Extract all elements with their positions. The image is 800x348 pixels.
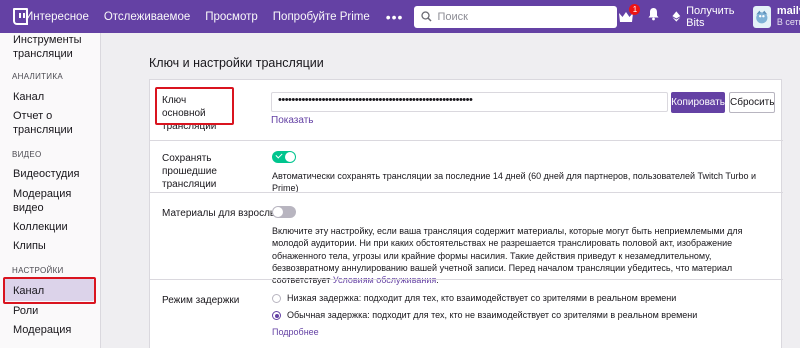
notification-badge: 1 bbox=[629, 3, 641, 15]
user-menu[interactable]: mailvlad В сети bbox=[777, 5, 800, 28]
nav-link-browse[interactable]: Просмотр bbox=[205, 11, 258, 23]
terms-suffix: . bbox=[436, 275, 439, 286]
sidebar-item-roles[interactable]: Роли bbox=[13, 304, 38, 318]
copy-button[interactable]: Копировать bbox=[671, 92, 725, 113]
get-bits-label: Получить Bits bbox=[686, 4, 735, 29]
settings-card: Ключ основной трансляции •••••••••••••••… bbox=[149, 79, 783, 348]
nav-link-try-prime[interactable]: Попробуйте Prime bbox=[273, 11, 370, 23]
sidebar-item-stream-report[interactable]: Отчет о трансляции bbox=[13, 109, 85, 137]
top-navigation-bar: Интересное Отслеживаемое Просмотр Попроб… bbox=[0, 0, 800, 33]
store-broadcasts-label: Сохранять прошедшие трансляции bbox=[162, 153, 217, 190]
sidebar-item-clips[interactable]: Клипы bbox=[13, 239, 46, 253]
latency-low-label[interactable]: Низкая задержка: подходит для тех, кто в… bbox=[287, 293, 676, 303]
search-input[interactable] bbox=[437, 10, 618, 23]
more-menu-icon[interactable]: ••• bbox=[386, 10, 404, 24]
divider bbox=[150, 192, 783, 193]
bits-gem-icon bbox=[672, 11, 681, 22]
nav-link-following[interactable]: Отслеживаемое bbox=[104, 11, 190, 23]
sidebar: Инструменты трансляции АНАЛИТИКА Канал О… bbox=[0, 33, 101, 348]
sidebar-item-video-studio[interactable]: Видеостудия bbox=[13, 167, 79, 181]
latency-normal-radio[interactable] bbox=[272, 311, 281, 320]
search-box[interactable] bbox=[414, 5, 618, 28]
sidebar-item-collections[interactable]: Коллекции bbox=[13, 220, 68, 234]
prime-crown-icon[interactable]: 1 bbox=[617, 3, 641, 25]
sidebar-heading-analytics: АНАЛИТИКА bbox=[12, 72, 63, 81]
divider bbox=[150, 140, 783, 141]
search-icon bbox=[421, 11, 432, 22]
mature-content-toggle[interactable] bbox=[272, 206, 296, 218]
learn-more-link[interactable]: Подробнее bbox=[272, 327, 319, 337]
highlight-box-stream-key bbox=[155, 87, 234, 125]
mature-content-label: Материалы для взрослых bbox=[162, 208, 283, 219]
page-title: Ключ и настройки трансляции bbox=[149, 56, 324, 70]
sidebar-heading-video: ВИДЕО bbox=[12, 150, 42, 159]
highlight-box-channel bbox=[3, 277, 96, 304]
bell-icon[interactable] bbox=[647, 7, 660, 26]
sidebar-item-analytics-channel[interactable]: Канал bbox=[13, 90, 44, 104]
mature-content-description: Включите эту настройку, если ваша трансл… bbox=[272, 225, 772, 286]
sidebar-item-moderation[interactable]: Модерация bbox=[13, 323, 71, 337]
sidebar-item-stream-tools[interactable]: Инструменты трансляции bbox=[13, 33, 93, 61]
user-status: В сети bbox=[776, 17, 800, 27]
stream-key-field[interactable]: ••••••••••••••••••••••••••••••••••••••••… bbox=[271, 92, 668, 112]
nav-link-discover[interactable]: Интересное bbox=[25, 11, 89, 23]
sidebar-heading-settings: НАСТРОЙКИ bbox=[12, 266, 64, 275]
sidebar-item-video-moderation[interactable]: Модерация видео bbox=[13, 187, 83, 215]
store-broadcasts-toggle[interactable] bbox=[272, 151, 296, 163]
reset-button[interactable]: Сбросить bbox=[729, 92, 775, 113]
latency-normal-label[interactable]: Обычная задержка: подходит для тех, кто … bbox=[287, 310, 697, 320]
avatar[interactable] bbox=[753, 5, 771, 28]
store-broadcasts-description: Автоматически сохранять трансляции за по… bbox=[272, 171, 757, 194]
divider bbox=[150, 279, 783, 280]
latency-low-radio[interactable] bbox=[272, 294, 281, 303]
username: mailvlad bbox=[776, 5, 800, 17]
get-bits-button[interactable]: Получить Bits bbox=[672, 5, 741, 29]
terms-of-service-link[interactable]: Условиям обслуживания bbox=[333, 275, 436, 285]
show-key-link[interactable]: Показать bbox=[271, 115, 314, 126]
latency-mode-label: Режим задержки bbox=[162, 295, 240, 306]
